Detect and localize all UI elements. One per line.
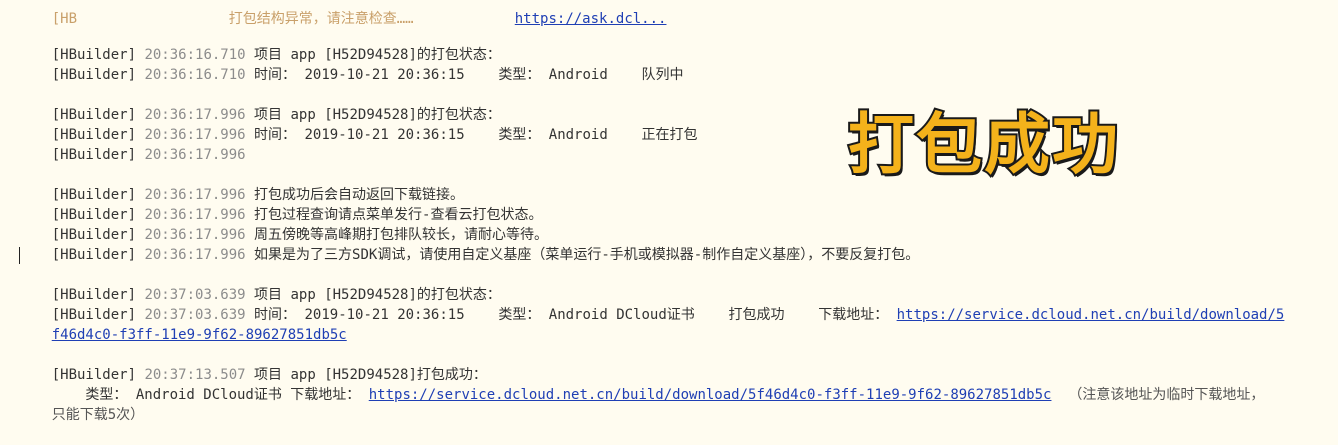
log-line: [HBuilder] 20:36:16.710 项目 app [H52D9452… [18,25,501,63]
help-link[interactable]: https://ask.dcl... [515,11,667,27]
log-message: 时间： 2019-10-21 20:36:15 类型： Android DClo… [254,307,897,323]
success-banner: 打包成功 [846,106,1120,183]
log-tag: [HBuilder] [51,67,137,83]
download-link-continued[interactable]: f46d4c0-f3ff-11e9-9f62-89627851db5c [52,327,347,343]
log-line: [HBuilder] 20:37:03.639 项目 app [H52D9452… [18,265,501,303]
log-line-wrap: 只能下载5次） [18,385,144,423]
final-download-link[interactable]: https://service.dcloud.net.cn/build/down… [369,387,1052,403]
log-timestamp: 20:36:17.996 [144,147,246,163]
log-message: 如果是为了三方SDK调试，请使用自定义基座（菜单运行-手机或模拟器-制作自定义基… [254,247,920,263]
log-line-partial: [HB 打包结构异常，请注意检查…… https://ask.dcl... [18,0,667,27]
log-message: 时间： 2019-10-21 20:36:15 类型： Android 正在打包 [254,127,698,143]
log-line: [HBuilder] 20:37:03.639 时间： 2019-10-21 2… [18,285,1285,323]
log-tag: [HBuilder] [51,247,137,263]
log-line: 类型： Android DCloud证书 下载地址： https://servi… [18,365,1264,403]
download-link[interactable]: https://service.dcloud.net.cn/build/down… [897,307,1285,323]
console-output[interactable]: [HB 打包结构异常，请注意检查…… https://ask.dcl... [H… [18,0,1334,431]
log-line: [HBuilder] 20:36:17.996 打包成功后会自动返回下载链接。 [18,165,464,203]
log-line: [HBuilder] 20:36:17.996 如果是为了三方SDK调试，请使用… [18,225,919,263]
log-line: [HBuilder] 20:36:17.996 时间： 2019-10-21 2… [18,105,698,143]
text-cursor [19,247,20,264]
log-line: [HBuilder] 20:36:17.996 周五傍晚等高峰期打包排队较长，请… [18,205,548,243]
log-message: 时间： 2019-10-21 20:36:15 类型： Android 队列中 [254,67,684,83]
temporary-link-note: （注意该地址为临时下载地址， [1051,387,1265,403]
log-timestamp: 20:36:17.996 [144,247,246,263]
log-line-wrap: f46d4c0-f3ff-11e9-9f62-89627851db5c [18,305,347,343]
download-limit-note: 只能下载5次） [51,407,145,423]
log-tag: [HBuilder] [51,147,137,163]
log-line: [HBuilder] 20:36:17.996 打包过程查询请点菜单发行-查看云… [18,185,543,223]
log-timestamp: 20:36:16.710 [144,67,246,83]
log-line: [HBuilder] 20:36:16.710 时间： 2019-10-21 2… [18,45,684,83]
log-line: [HBuilder] 20:36:17.996 [18,125,246,163]
log-line: [HBuilder] 20:37:13.507 项目 app [H52D9452… [18,345,487,383]
log-line: [HBuilder] 20:36:17.996 项目 app [H52D9452… [18,85,501,123]
